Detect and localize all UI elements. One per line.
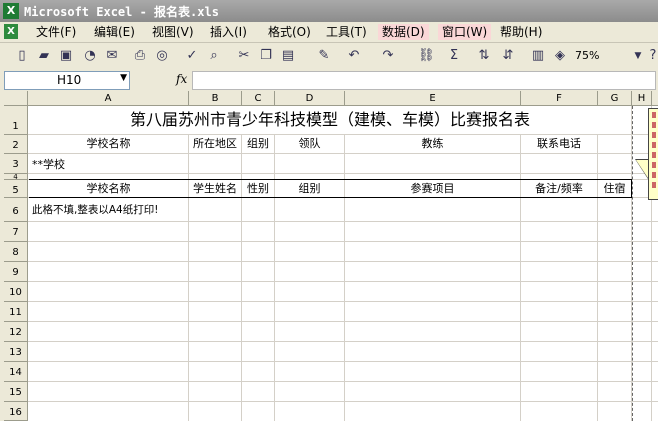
header-region[interactable]: 所在地区 — [189, 137, 241, 151]
row-header-3[interactable]: 3 — [4, 154, 28, 174]
row-header-5[interactable]: 5 — [4, 180, 28, 198]
menu-view[interactable]: 视图(V) — [148, 24, 198, 40]
excel-icon: X — [3, 3, 19, 19]
row-header-16[interactable]: 16 — [4, 402, 28, 421]
window-title: Microsoft Excel - 报名表.xls — [24, 5, 219, 19]
column-header-f[interactable]: F — [521, 91, 598, 106]
col-note-frequency[interactable]: 备注/频率 — [521, 182, 597, 196]
menu-edit[interactable]: 编辑(E) — [90, 24, 139, 40]
formula-bar: H10 ▼ fx — [0, 70, 658, 90]
title-bar: X Microsoft Excel - 报名表.xls — [0, 0, 658, 22]
row-header-1[interactable]: 1 — [4, 106, 28, 135]
menu-help[interactable]: 帮助(H) — [496, 24, 546, 40]
col-school-name[interactable]: 学校名称 — [29, 182, 188, 196]
row-header-6[interactable]: 6 — [4, 198, 28, 222]
row-header-12[interactable]: 12 — [4, 322, 28, 342]
new-icon[interactable]: ▯ — [14, 48, 30, 64]
chevron-down-icon[interactable]: ▼ — [120, 73, 127, 83]
zoom-box[interactable]: 75% — [575, 49, 599, 62]
paste-icon[interactable]: ▤ — [280, 48, 296, 64]
autosum-icon[interactable]: Σ — [446, 48, 462, 64]
school-cell[interactable]: **学校 — [32, 158, 65, 172]
spelling-icon[interactable]: ✓ — [184, 48, 200, 64]
menu-tools[interactable]: 工具(T) — [322, 24, 371, 40]
menu-format[interactable]: 格式(O) — [264, 24, 315, 40]
print-icon[interactable]: ⎙ — [132, 48, 148, 64]
col-lodging[interactable]: 住宿 — [598, 182, 631, 196]
column-header-e[interactable]: E — [345, 91, 521, 106]
cell-reference: H10 — [57, 73, 82, 87]
menu-insert[interactable]: 插入(I) — [206, 24, 251, 40]
comment-pointer — [636, 160, 648, 178]
function-icon[interactable]: fx — [176, 72, 187, 86]
col-event[interactable]: 参赛项目 — [345, 182, 520, 196]
header-school-name[interactable]: 学校名称 — [29, 137, 188, 151]
print-preview-icon[interactable]: ◎ — [154, 48, 170, 64]
sort-ascending-icon[interactable]: ⇅ — [476, 48, 492, 64]
research-icon[interactable]: ⌕ — [206, 48, 222, 64]
column-header-d[interactable]: D — [275, 91, 345, 106]
redo-icon[interactable]: ↷ — [380, 48, 396, 64]
row-header-2[interactable]: 2 — [4, 135, 28, 154]
menu-window[interactable]: 窗口(W) — [438, 24, 492, 40]
column-header-h[interactable]: H — [632, 91, 652, 106]
column-header-c[interactable]: C — [242, 91, 275, 106]
open-icon[interactable]: ▰ — [36, 48, 52, 64]
chart-wizard-icon[interactable]: ▥ — [530, 48, 546, 64]
format-painter-icon[interactable]: ✎ — [316, 48, 332, 64]
header-leader[interactable]: 领队 — [275, 137, 344, 151]
menu-file[interactable]: 文件(F) — [32, 24, 80, 40]
hyperlink-icon[interactable]: ⛓ — [418, 48, 435, 64]
sheet-title[interactable]: 第八届苏州市青少年科技模型（建模、车模）比赛报名表 — [29, 110, 631, 130]
column-header-g[interactable]: G — [598, 91, 632, 106]
menu-data[interactable]: 数据(D) — [378, 24, 429, 40]
row-header-13[interactable]: 13 — [4, 342, 28, 362]
col-student-name[interactable]: 学生姓名 — [189, 182, 241, 196]
print-note[interactable]: 此格不填,整表以A4纸打印! — [32, 203, 158, 217]
drawing-icon[interactable]: ◈ — [552, 48, 568, 64]
email-icon[interactable]: ✉ — [104, 48, 120, 64]
worksheet-grid[interactable]: A B C D E F G H 1 2 3 4 5 6 7 8 9 10 11 … — [4, 91, 658, 421]
help-icon[interactable]: ? — [645, 48, 658, 64]
select-all-corner[interactable] — [4, 91, 28, 106]
copy-icon[interactable]: ❐ — [258, 48, 274, 64]
menu-bar: X 文件(F) 编辑(E) 视图(V) 插入(I) 格式(O) 工具(T) 数据… — [0, 22, 658, 43]
column-header-a[interactable]: A — [28, 91, 189, 106]
row-header-15[interactable]: 15 — [4, 382, 28, 402]
cut-icon[interactable]: ✂ — [236, 48, 252, 64]
row-header-8[interactable]: 8 — [4, 242, 28, 262]
header-phone[interactable]: 联系电话 — [521, 137, 597, 151]
workbook-icon[interactable]: X — [4, 24, 18, 39]
col-gender[interactable]: 性别 — [242, 182, 274, 196]
formula-input[interactable] — [192, 71, 656, 90]
col-group[interactable]: 组别 — [275, 182, 344, 196]
row-header-11[interactable]: 11 — [4, 302, 28, 322]
name-box[interactable]: H10 ▼ — [4, 71, 130, 90]
chevron-down-icon[interactable]: ▼ — [630, 48, 646, 64]
row-header-9[interactable]: 9 — [4, 262, 28, 282]
undo-icon[interactable]: ↶ — [346, 48, 362, 64]
sort-descending-icon[interactable]: ⇵ — [500, 48, 516, 64]
row-header-7[interactable]: 7 — [4, 222, 28, 242]
header-group[interactable]: 组别 — [242, 137, 274, 151]
column-header-i[interactable] — [652, 91, 658, 106]
row-header-14[interactable]: 14 — [4, 362, 28, 382]
save-icon[interactable]: ▣ — [58, 48, 74, 64]
column-header-b[interactable]: B — [189, 91, 242, 106]
header-coach[interactable]: 教练 — [345, 137, 520, 151]
row-header-10[interactable]: 10 — [4, 282, 28, 302]
cell-comment[interactable] — [648, 108, 658, 200]
standard-toolbar: ▯ ▰ ▣ ◔ ✉ ⎙ ◎ ✓ ⌕ ✂ ❐ ▤ ✎ ↶ ↷ ⛓ Σ ⇅ ⇵ ▥ … — [0, 43, 658, 70]
permission-icon[interactable]: ◔ — [82, 48, 98, 64]
